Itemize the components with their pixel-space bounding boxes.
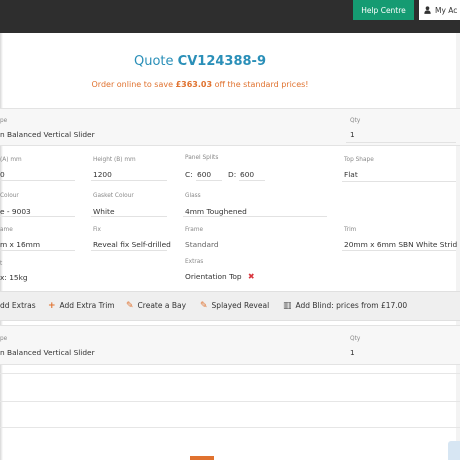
savings-amount: £363.03	[175, 80, 213, 89]
frame-size-label: ame	[0, 227, 13, 233]
divider	[0, 427, 460, 428]
add-blind-button[interactable]: ▥ Add Blind: prices from £17.00	[283, 301, 407, 310]
frame-label: Frame	[185, 227, 204, 233]
savings-message: Order online to save £363.03 off the sta…	[0, 80, 400, 89]
type-value: n Balanced Vertical Slider	[0, 130, 95, 139]
top-shape-label: Top Shape	[344, 157, 374, 163]
splayed-reveal-button[interactable]: ✎ Splayed Reveal	[200, 301, 269, 310]
top-shape-value[interactable]: Flat	[344, 170, 358, 179]
trim-value[interactable]: 20mm x 6mm SBN White Strid	[344, 240, 457, 249]
item-actions-toolbar: dd Extras + Add Extra Trim ✎ Create a Ba…	[0, 291, 460, 321]
panel-d-underline	[239, 180, 265, 181]
savings-prefix: Order online to save	[91, 80, 174, 89]
create-bay-button[interactable]: ✎ Create a Bay	[126, 301, 186, 310]
qty-label: Qty	[350, 336, 361, 342]
colour-label: Colour	[0, 193, 19, 199]
colour-underline	[0, 216, 75, 217]
add-extras-label: dd Extras	[0, 301, 36, 310]
qty-value: 1	[350, 130, 355, 139]
extras-label: Extras	[185, 259, 204, 265]
edit-icon: ✎	[126, 300, 134, 311]
panel-d-value[interactable]: 600	[240, 170, 254, 179]
item-header-row: pe n Balanced Vertical Slider Qty 1	[0, 325, 460, 365]
trim-underline	[342, 250, 456, 251]
top-navigation-bar: Help Centre My Ac	[0, 0, 460, 33]
my-account-button[interactable]: My Ac	[419, 0, 460, 20]
item-header-row: pe n Balanced Vertical Slider Qty 1	[0, 108, 460, 146]
remove-extra-icon[interactable]: ✖	[248, 272, 255, 281]
glass-underline	[183, 216, 327, 217]
qty-label: Qty	[350, 118, 361, 124]
top-shape-underline	[342, 181, 456, 182]
plus-icon: +	[48, 300, 56, 311]
help-centre-button[interactable]: Help Centre	[353, 0, 414, 20]
fix-underline	[91, 250, 167, 251]
add-blind-label: Add Blind: prices from £17.00	[295, 301, 408, 310]
panel-splits-label: Panel Splits	[185, 155, 219, 161]
weight-value: x: 15kg	[0, 273, 28, 282]
panel-c-underline	[196, 180, 222, 181]
panel-c-label: C:	[185, 170, 193, 179]
qty-underline	[346, 142, 456, 143]
extras-item: Orientation Top ✖	[185, 272, 255, 281]
gasket-colour-label: Gasket Colour	[93, 193, 134, 199]
quote-title: Quote CV124388-9	[0, 54, 400, 69]
frame-size-value[interactable]: m x 16mm	[0, 240, 40, 249]
width-underline	[0, 180, 75, 181]
extras-value: Orientation Top	[185, 272, 242, 281]
chat-widget-icon[interactable]	[448, 441, 460, 460]
edit-icon: ✎	[200, 300, 208, 311]
frame-value: Standard	[185, 240, 219, 249]
savings-suffix: off the standard prices!	[214, 80, 309, 89]
fix-label: Fix	[93, 227, 101, 233]
add-extras-button[interactable]: dd Extras	[0, 301, 36, 310]
splayed-reveal-label: Splayed Reveal	[211, 301, 270, 310]
type-label: pe	[0, 336, 8, 342]
height-label: Height (B) mm	[93, 157, 136, 163]
glass-value[interactable]: 4mm Toughened	[185, 207, 247, 216]
type-label: pe	[0, 118, 8, 124]
quote-prefix: Quote	[134, 54, 174, 69]
add-extra-trim-button[interactable]: + Add Extra Trim	[48, 301, 115, 310]
type-value: n Balanced Vertical Slider	[0, 348, 95, 357]
user-icon	[424, 6, 431, 14]
my-account-label: My Ac	[435, 5, 458, 15]
create-bay-label: Create a Bay	[137, 301, 187, 310]
add-extra-trim-label: Add Extra Trim	[59, 301, 115, 310]
gasket-underline	[91, 216, 167, 217]
width-label: (A) mm	[0, 157, 22, 163]
fix-value[interactable]: Reveal fix Self-drilled	[93, 240, 171, 249]
gasket-colour-value[interactable]: White	[93, 207, 115, 216]
height-value: 1200	[93, 170, 112, 179]
colour-value[interactable]: e - 9003	[0, 207, 31, 216]
divider	[0, 373, 460, 374]
qty-value: 1	[350, 348, 355, 357]
frame-size-underline	[0, 250, 75, 251]
width-value: 0	[0, 170, 5, 179]
divider	[0, 401, 460, 402]
trim-label: Trim	[344, 227, 357, 233]
glass-label: Glass	[185, 193, 201, 199]
panel-c-value[interactable]: 600	[197, 170, 211, 179]
panel-d-label: D:	[228, 170, 237, 179]
weight-label: t	[0, 261, 3, 267]
footer-accent	[190, 456, 214, 460]
blind-icon: ▥	[283, 300, 292, 311]
height-underline	[91, 180, 167, 181]
quote-number: CV124388-9	[177, 54, 266, 69]
